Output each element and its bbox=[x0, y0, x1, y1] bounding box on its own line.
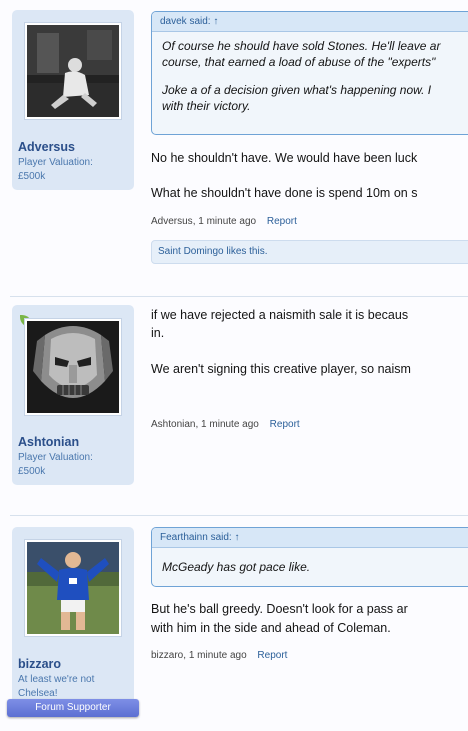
username[interactable]: bizzaro bbox=[18, 657, 61, 671]
user-info-panel: Adversus Player Valuation: £500k bbox=[12, 10, 134, 190]
post-author-link[interactable]: Ashtonian bbox=[151, 419, 195, 430]
post-meta: bizzaro, 1 minute ago Report bbox=[151, 650, 287, 661]
message-line: No he shouldn't have. We would have been… bbox=[151, 151, 418, 165]
quote-body: Of course he should have sold Stones. He… bbox=[152, 32, 468, 120]
post-author-link[interactable]: bizzaro bbox=[151, 650, 183, 661]
quote-text: Joke a of a decision given what's happen… bbox=[162, 83, 432, 97]
quote-author-link[interactable]: davek said: ↑ bbox=[152, 12, 468, 32]
post-meta: Ashtonian, 1 minute ago Report bbox=[151, 419, 300, 430]
avatar-image-icon bbox=[27, 542, 119, 634]
user-title-line1: Player Valuation: bbox=[18, 452, 93, 463]
avatar[interactable] bbox=[24, 318, 122, 416]
username[interactable]: Adversus bbox=[18, 140, 75, 154]
report-link[interactable]: Report bbox=[267, 216, 297, 227]
forum-supporter-badge: Forum Supporter bbox=[7, 699, 139, 717]
post-time[interactable]: 1 minute ago bbox=[189, 650, 247, 661]
quote-text: Of course he should have sold Stones. He… bbox=[162, 39, 441, 53]
avatar[interactable] bbox=[24, 22, 122, 120]
message-line: in. bbox=[151, 326, 165, 340]
quote-text: with their victory. bbox=[162, 99, 251, 113]
quote-block: davek said: ↑ Of course he should have s… bbox=[151, 11, 468, 135]
post-time[interactable]: 1 minute ago bbox=[198, 216, 256, 227]
quote-text: McGeady has got pace like. bbox=[162, 560, 311, 574]
quote-block: Fearthainn said: ↑ McGeady has got pace … bbox=[151, 527, 468, 587]
username[interactable]: Ashtonian bbox=[18, 435, 79, 449]
quote-body: McGeady has got pace like. bbox=[152, 548, 468, 581]
report-link[interactable]: Report bbox=[257, 650, 287, 661]
user-title-line2: £500k bbox=[18, 171, 46, 182]
post-divider bbox=[10, 296, 468, 297]
avatar-image-icon bbox=[27, 321, 119, 413]
quote-text: course, that earned a load of abuse of t… bbox=[162, 55, 436, 69]
post-divider bbox=[10, 515, 468, 516]
user-title-line2: £500k bbox=[18, 466, 46, 477]
user-title-line1: At least we're not bbox=[18, 674, 95, 685]
avatar[interactable] bbox=[24, 539, 122, 637]
post-time[interactable]: 1 minute ago bbox=[201, 419, 259, 430]
message-line: But he's ball greedy. Doesn't look for a… bbox=[151, 602, 408, 616]
avatar-image-icon bbox=[27, 25, 119, 117]
message-line: with him in the side and ahead of Colema… bbox=[151, 621, 391, 635]
report-link[interactable]: Report bbox=[270, 419, 300, 430]
message-line: if we have rejected a naismith sale it i… bbox=[151, 308, 409, 322]
post-author-link[interactable]: Adversus bbox=[151, 216, 193, 227]
user-info-panel: Ashtonian Player Valuation: £500k bbox=[12, 305, 134, 485]
likes-summary[interactable]: Saint Domingo likes this. bbox=[151, 240, 468, 264]
post-meta: Adversus, 1 minute ago Report bbox=[151, 216, 297, 227]
quote-author-link[interactable]: Fearthainn said: ↑ bbox=[152, 528, 468, 548]
user-info-panel: bizzaro At least we're not Chelsea! bbox=[12, 527, 134, 717]
user-title-line1: Player Valuation: bbox=[18, 157, 93, 168]
message-line: We aren't signing this creative player, … bbox=[151, 362, 411, 376]
message-line: What he shouldn't have done is spend 10m… bbox=[151, 186, 418, 200]
